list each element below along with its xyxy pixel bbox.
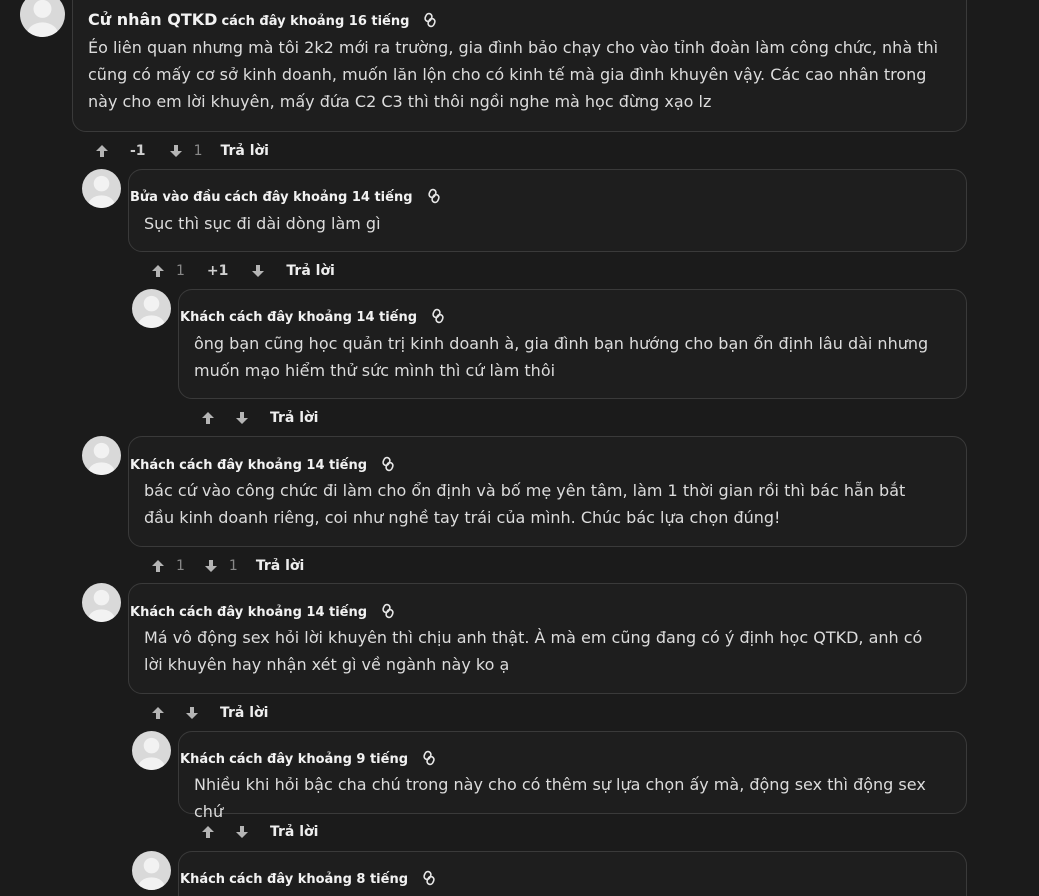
link-icon[interactable] xyxy=(422,750,436,766)
timestamp: cách đây khoảng 14 tiếng xyxy=(229,310,418,325)
downvote-icon[interactable] xyxy=(250,263,266,279)
author-name[interactable]: Khách xyxy=(180,752,225,767)
upvote-icon[interactable] xyxy=(150,558,166,574)
author-name[interactable]: Bửa vào đầu xyxy=(130,190,221,205)
comment-header: Bửa vào đầu cách đây khoảng 14 tiếng xyxy=(130,185,441,205)
comment-actions: Trả lời xyxy=(200,408,318,428)
comment-text: ông bạn cũng học quản trị kinh doanh à, … xyxy=(194,334,929,380)
comment-header: Khách cách đây khoảng 14 tiếng xyxy=(130,453,395,473)
reply-button[interactable]: Trả lời xyxy=(270,410,318,426)
comment-header: Khách cách đây khoảng 9 tiếng xyxy=(180,747,436,767)
comment-actions: Trả lời xyxy=(150,703,268,723)
upvote-icon[interactable] xyxy=(150,263,166,279)
upvote-icon[interactable] xyxy=(150,705,166,721)
upvote-icon[interactable] xyxy=(200,824,216,840)
link-icon[interactable] xyxy=(427,188,441,204)
author-name[interactable]: Khách xyxy=(130,605,175,620)
timestamp: cách đây khoảng 14 tiếng xyxy=(179,458,368,473)
vote-count: -1 xyxy=(130,143,146,159)
reply-button[interactable]: Trả lời xyxy=(220,705,268,721)
comment-text: Éo liên quan nhưng mà tôi 2k2 mới ra trư… xyxy=(88,38,939,111)
avatar xyxy=(132,851,171,890)
timestamp: cách đây khoảng 14 tiếng xyxy=(224,190,413,205)
downvote-icon[interactable] xyxy=(203,558,219,574)
downvote-icon[interactable] xyxy=(234,824,250,840)
timestamp: cách đây khoảng 8 tiếng xyxy=(229,872,409,887)
downvote-count: 1 xyxy=(193,143,203,159)
reply-button[interactable]: Trả lời xyxy=(286,263,334,279)
avatar xyxy=(132,289,171,328)
comment-actions: Trả lời xyxy=(200,822,318,842)
timestamp: cách đây khoảng 16 tiếng xyxy=(221,14,410,29)
timestamp: cách đây khoảng 9 tiếng xyxy=(229,752,409,767)
comment-header: Khách cách đây khoảng 14 tiếng xyxy=(180,305,445,325)
downvote-icon[interactable] xyxy=(184,705,200,721)
reply-button[interactable]: Trả lời xyxy=(220,143,268,159)
author-name[interactable]: Khách xyxy=(180,872,225,887)
upvote-icon[interactable] xyxy=(200,410,216,426)
link-icon[interactable] xyxy=(381,603,395,619)
downvote-count: 1 xyxy=(228,558,238,574)
comment-text: Má vô động sex hỏi lời khuyên thì chịu a… xyxy=(144,628,923,674)
comment-actions: 1 +1 Trả lời xyxy=(150,261,335,281)
score-total: +1 xyxy=(206,263,229,279)
reply-button[interactable]: Trả lời xyxy=(270,824,318,840)
link-icon[interactable] xyxy=(422,870,436,886)
downvote-icon[interactable] xyxy=(234,410,250,426)
comment-text: Nhiều khi hỏi bậc cha chú trong này cho … xyxy=(194,775,926,821)
comment-header: Khách cách đây khoảng 14 tiếng xyxy=(130,600,395,620)
timestamp: cách đây khoảng 14 tiếng xyxy=(179,605,368,620)
link-icon[interactable] xyxy=(381,456,395,472)
vote-count: 1 xyxy=(176,263,185,279)
comment-actions: 1 1 Trả lời xyxy=(150,556,304,576)
reply-button[interactable]: Trả lời xyxy=(256,558,304,574)
comment-actions: -1 1 Trả lời xyxy=(94,141,269,161)
link-icon[interactable] xyxy=(423,12,437,28)
avatar xyxy=(132,731,171,770)
downvote-icon[interactable] xyxy=(168,143,184,159)
comment-header: Cử nhân QTKD cách đây khoảng 16 tiếng xyxy=(88,9,437,29)
avatar xyxy=(82,436,121,475)
avatar xyxy=(20,0,65,37)
comment-header: Khách cách đây khoảng 8 tiếng xyxy=(180,867,436,887)
upvote-icon[interactable] xyxy=(94,143,110,159)
avatar xyxy=(82,583,121,622)
link-icon[interactable] xyxy=(431,308,445,324)
comment-text: Sục thì sục đi dài dòng làm gì xyxy=(144,214,381,233)
author-name[interactable]: Khách xyxy=(130,458,175,473)
vote-count: 1 xyxy=(176,558,185,574)
avatar xyxy=(82,169,121,208)
author-name[interactable]: Cử nhân QTKD xyxy=(88,10,217,29)
author-name[interactable]: Khách xyxy=(180,310,225,325)
comment-text: bác cứ vào công chức đi làm cho ổn định … xyxy=(144,481,906,527)
